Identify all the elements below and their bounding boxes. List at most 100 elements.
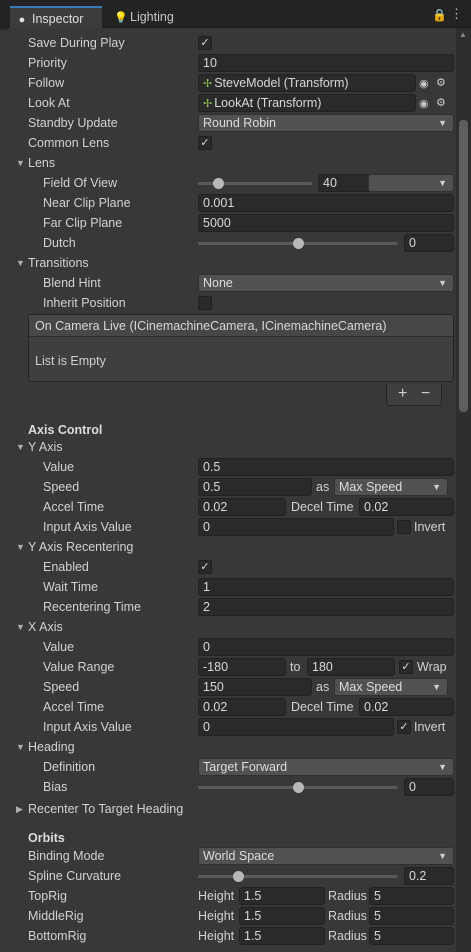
middle-rig-radius-label: Radius bbox=[328, 909, 367, 923]
fov-slider-thumb[interactable] bbox=[213, 178, 225, 189]
y-speed-mode-dropdown[interactable]: Max Speed ▼ bbox=[334, 478, 448, 496]
x-axis-header[interactable]: X Axis bbox=[28, 620, 63, 634]
x-range-min-field[interactable]: -180 bbox=[198, 658, 286, 676]
vertical-scrollbar[interactable]: ▲ bbox=[456, 28, 471, 952]
dutch-slider-thumb[interactable] bbox=[292, 238, 304, 249]
look-at-object-field[interactable]: ✢ LookAt (Transform) bbox=[198, 94, 416, 112]
event-list-header: On Camera Live (ICinemachineCamera, ICin… bbox=[29, 315, 453, 337]
recenter-enabled-checkbox[interactable]: ✓ bbox=[198, 560, 212, 574]
wrap-checkbox[interactable]: ✓ bbox=[399, 660, 413, 674]
object-picker-icon[interactable]: ◉ bbox=[419, 97, 429, 110]
near-clip-field[interactable]: 0.001 bbox=[198, 194, 454, 212]
y-invert-checkbox[interactable] bbox=[397, 520, 411, 534]
lens-foldout-arrow-icon[interactable]: ▼ bbox=[16, 158, 25, 168]
middle-rig-height-field[interactable]: 1.5 bbox=[239, 907, 325, 925]
x-value-field[interactable]: 0 bbox=[198, 638, 454, 656]
x-axis-foldout-arrow-icon[interactable]: ▼ bbox=[16, 622, 25, 632]
fov-value-field[interactable]: 40 bbox=[318, 174, 370, 192]
recentering-time-field[interactable]: 2 bbox=[198, 598, 454, 616]
save-during-play-checkbox[interactable]: ✓ bbox=[198, 36, 212, 50]
tab-lighting-label: Lighting bbox=[130, 10, 174, 24]
standby-update-label: Standby Update bbox=[28, 116, 118, 130]
look-at-value: LookAt (Transform) bbox=[214, 96, 322, 110]
chevron-down-icon: ▼ bbox=[432, 682, 441, 692]
object-picker-icon[interactable]: ◉ bbox=[419, 77, 429, 90]
tab-lighting[interactable]: 💡 Lighting bbox=[108, 6, 198, 28]
x-decel-field[interactable]: 0.02 bbox=[359, 698, 454, 716]
bottom-rig-height-field[interactable]: 1.5 bbox=[239, 927, 325, 945]
gear-icon[interactable]: ⚙ bbox=[436, 76, 446, 89]
y-axis-foldout-arrow-icon[interactable]: ▼ bbox=[16, 442, 25, 452]
blend-hint-dropdown[interactable]: None ▼ bbox=[198, 274, 454, 292]
top-rig-height-field[interactable]: 1.5 bbox=[239, 887, 325, 905]
transitions-foldout-arrow-icon[interactable]: ▼ bbox=[16, 258, 25, 268]
wrap-label: Wrap bbox=[417, 660, 447, 674]
follow-value: SteveModel (Transform) bbox=[214, 76, 349, 90]
tab-inspector-label: Inspector bbox=[32, 12, 84, 26]
spline-value-field[interactable]: 0.2 bbox=[404, 867, 454, 885]
y-recenter-foldout-arrow-icon[interactable]: ▼ bbox=[16, 542, 25, 552]
y-value-field[interactable]: 0.5 bbox=[198, 458, 454, 476]
x-accel-label: Accel Time bbox=[43, 700, 105, 714]
spline-slider-track[interactable] bbox=[198, 875, 398, 878]
chevron-down-icon: ▼ bbox=[438, 851, 447, 861]
recenter-heading-foldout-arrow-icon[interactable]: ▶ bbox=[16, 804, 23, 815]
window-tab-bar: ● Inspector 💡 Lighting 🔒 ⋮ bbox=[0, 0, 471, 28]
wait-time-label: Wait Time bbox=[43, 580, 99, 594]
definition-label: Definition bbox=[43, 760, 96, 774]
y-decel-label: Decel Time bbox=[291, 500, 354, 514]
spline-slider-thumb[interactable] bbox=[232, 871, 244, 882]
tab-inspector[interactable]: ● Inspector bbox=[10, 6, 102, 28]
kebab-menu-icon[interactable]: ⋮ bbox=[450, 6, 463, 22]
y-speed-field[interactable]: 0.5 bbox=[198, 478, 312, 496]
follow-object-field[interactable]: ✢ SteveModel (Transform) bbox=[198, 74, 416, 92]
x-range-max-field[interactable]: 180 bbox=[307, 658, 395, 676]
bias-slider-thumb[interactable] bbox=[292, 782, 304, 793]
binding-mode-label: Binding Mode bbox=[28, 849, 105, 863]
y-decel-field[interactable]: 0.02 bbox=[359, 498, 454, 516]
transitions-header[interactable]: Transitions bbox=[28, 256, 89, 270]
x-speed-field[interactable]: 150 bbox=[198, 678, 312, 696]
x-range-to-label: to bbox=[290, 660, 301, 674]
bottom-rig-radius-field[interactable]: 5 bbox=[369, 927, 454, 945]
y-recenter-header[interactable]: Y Axis Recentering bbox=[28, 540, 133, 554]
scrollbar-thumb[interactable] bbox=[459, 120, 468, 412]
top-rig-radius-field[interactable]: 5 bbox=[369, 887, 454, 905]
definition-dropdown[interactable]: Target Forward ▼ bbox=[198, 758, 454, 776]
x-speed-mode-dropdown[interactable]: Max Speed ▼ bbox=[334, 678, 448, 696]
common-lens-checkbox[interactable]: ✓ bbox=[198, 136, 212, 150]
heading-foldout-arrow-icon[interactable]: ▼ bbox=[16, 742, 25, 752]
x-value-label: Value bbox=[43, 640, 75, 654]
blend-hint-value: None bbox=[203, 276, 233, 290]
wait-time-field[interactable]: 1 bbox=[198, 578, 454, 596]
x-invert-checkbox[interactable]: ✓ bbox=[397, 720, 411, 734]
x-speed-as-label: as bbox=[316, 680, 330, 694]
gear-icon[interactable]: ⚙ bbox=[436, 96, 446, 109]
binding-mode-dropdown[interactable]: World Space ▼ bbox=[198, 847, 454, 865]
inherit-position-checkbox[interactable] bbox=[198, 296, 212, 310]
common-lens-label: Common Lens bbox=[28, 136, 110, 150]
bias-value-field[interactable]: 0 bbox=[404, 778, 454, 796]
far-clip-field[interactable]: 5000 bbox=[198, 214, 454, 232]
lens-header[interactable]: Lens bbox=[28, 156, 55, 170]
heading-header[interactable]: Heading bbox=[28, 740, 75, 754]
spline-curvature-label: Spline Curvature bbox=[28, 869, 122, 883]
fov-mode-dropdown[interactable]: ▼ bbox=[368, 174, 454, 192]
x-input-field[interactable]: 0 bbox=[198, 718, 394, 736]
y-input-field[interactable]: 0 bbox=[198, 518, 394, 536]
y-accel-field[interactable]: 0.02 bbox=[198, 498, 286, 516]
standby-update-dropdown[interactable]: Round Robin ▼ bbox=[198, 114, 454, 132]
lock-icon[interactable]: 🔒 bbox=[432, 8, 447, 22]
x-accel-field[interactable]: 0.02 bbox=[198, 698, 286, 716]
scroll-up-arrow-icon[interactable]: ▲ bbox=[459, 30, 467, 39]
y-axis-header[interactable]: Y Axis bbox=[28, 440, 63, 454]
dutch-value-field[interactable]: 0 bbox=[404, 234, 454, 252]
middle-rig-radius-field[interactable]: 5 bbox=[369, 907, 454, 925]
recenter-heading-header[interactable]: Recenter To Target Heading bbox=[28, 802, 183, 816]
priority-field[interactable]: 10 bbox=[198, 54, 454, 72]
add-element-button[interactable]: + bbox=[398, 385, 407, 403]
binding-mode-value: World Space bbox=[203, 849, 275, 863]
remove-element-button[interactable]: − bbox=[421, 385, 430, 403]
look-at-label: Look At bbox=[28, 96, 70, 110]
transform-icon: ✢ bbox=[203, 78, 213, 90]
